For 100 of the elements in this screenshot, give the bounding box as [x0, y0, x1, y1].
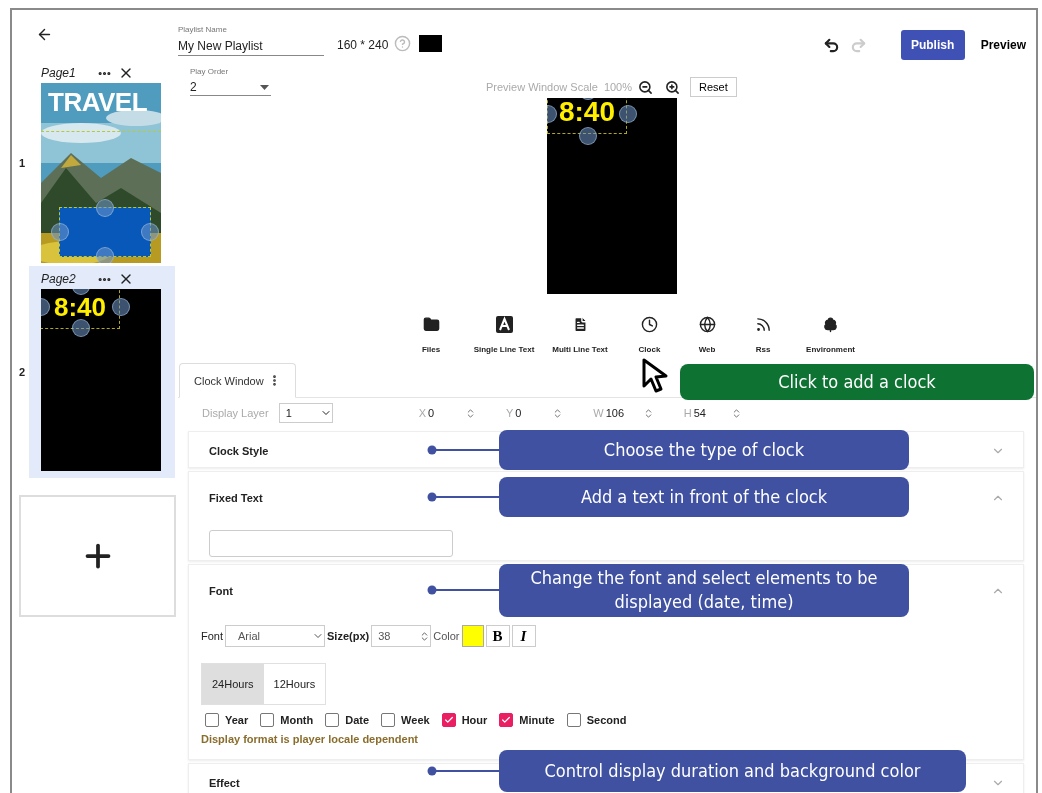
page-number: 2	[18, 366, 27, 378]
section-title: Fixed Text	[209, 492, 263, 504]
checkbox[interactable]	[499, 713, 514, 727]
back-icon[interactable]	[36, 26, 53, 43]
toggle-button[interactable]: 24Hours	[202, 664, 264, 704]
field-label: Y	[506, 407, 514, 419]
zoom-in-icon[interactable]	[665, 79, 680, 95]
callout: Control display duration and background color	[499, 750, 966, 792]
field-value: 2	[190, 80, 197, 94]
preview-button[interactable]: Preview	[974, 38, 1030, 52]
reset-button[interactable]: Reset	[690, 77, 737, 97]
clock-time: 8:40	[558, 98, 615, 126]
number-field[interactable]: 0	[428, 403, 476, 423]
checkbox-label: Month	[280, 714, 314, 726]
dropdown-icon	[260, 85, 269, 90]
leader-line	[427, 445, 499, 455]
clock-time: 8:40	[53, 294, 106, 320]
number-field[interactable]: 106	[605, 403, 654, 423]
zoom-out-icon[interactable]	[638, 79, 653, 95]
scale-value: 100%	[603, 81, 632, 93]
checkbox-label: Hour	[461, 714, 488, 726]
callout: Change the font and select elements to be displayed (date, time)	[499, 564, 909, 617]
resize-handle[interactable]	[141, 223, 159, 241]
field-label: Play Order	[190, 67, 229, 76]
italic-button[interactable]: I	[511, 625, 536, 647]
checkbox-label: Minute	[519, 714, 555, 726]
thumbnail-title: TRAVEL	[48, 87, 148, 118]
pointer-icon	[640, 356, 670, 395]
layer-select[interactable]: 1	[278, 403, 333, 423]
check-icon	[501, 715, 512, 725]
resize-handle[interactable]	[579, 127, 597, 145]
spinner-icon[interactable]	[465, 407, 476, 419]
text-icon	[495, 316, 513, 333]
leader-line	[427, 585, 499, 596]
callout: Add a text in front of the clock	[499, 477, 909, 517]
field-label: Color	[433, 630, 460, 642]
name-field[interactable]: Playlist Name My New Playlist	[178, 25, 324, 56]
field-label: H	[683, 407, 692, 419]
field-label: W	[593, 407, 604, 419]
section-title: Effect	[209, 777, 240, 789]
widget-button[interactable]: Clock	[619, 316, 680, 354]
color-swatch[interactable]	[419, 35, 443, 52]
page-name: Page2	[41, 272, 77, 286]
checkbox[interactable]	[381, 713, 396, 727]
resize-handle[interactable]	[51, 223, 69, 241]
leader-line	[427, 766, 499, 776]
checkbox[interactable]	[260, 713, 275, 727]
leader-line	[427, 492, 499, 502]
undo-icon[interactable]	[822, 36, 840, 54]
page-card[interactable]: Page2 8:40	[29, 266, 175, 478]
widget-button[interactable]: Files	[394, 316, 468, 354]
widget-button[interactable]: Environment	[791, 316, 870, 354]
scale-label: Preview Window Scale	[486, 81, 598, 93]
tab[interactable]: Clock Window	[179, 363, 296, 398]
resize-handle[interactable]	[619, 104, 637, 123]
section-title: Clock Style	[209, 444, 269, 457]
field-label: X	[418, 407, 426, 419]
bold-button[interactable]: B	[485, 625, 510, 647]
play-order-select[interactable]: Play Order 2	[190, 67, 271, 96]
page-name: Page1	[41, 66, 77, 80]
widget-button[interactable]: Multi Line Text	[540, 316, 620, 354]
field-label: Font	[201, 630, 223, 642]
checkbox[interactable]	[441, 713, 456, 727]
publish-button[interactable]: Publish	[900, 30, 965, 60]
checkbox-label: Date	[345, 714, 370, 726]
page-number: 1	[18, 157, 27, 169]
checkbox[interactable]	[566, 713, 581, 727]
callout: Click to add a clock	[680, 364, 1034, 400]
tree-icon	[822, 316, 839, 333]
resize-handle[interactable]	[72, 319, 90, 337]
checkbox[interactable]	[325, 713, 340, 727]
globe-icon	[698, 316, 716, 333]
widget-button[interactable]: Rss	[734, 316, 792, 354]
checkbox-label: Second	[586, 714, 627, 726]
color-swatch[interactable]	[461, 625, 484, 647]
widget-button[interactable]: Web	[679, 316, 735, 354]
checkbox-label: Year	[225, 714, 249, 726]
field-label: Display Layer	[202, 407, 269, 419]
resize-handle[interactable]	[112, 298, 130, 316]
number-field[interactable]: 0	[515, 403, 564, 423]
section-title: Font	[209, 585, 233, 597]
number-field[interactable]: 54	[693, 403, 742, 423]
check-icon	[443, 715, 454, 725]
field-value: My New Playlist	[178, 39, 263, 53]
size-field[interactable]: 38	[371, 625, 432, 647]
resize-handle[interactable]	[96, 247, 114, 263]
rss-icon	[754, 316, 772, 333]
callout: Choose the type of clock	[499, 430, 909, 470]
checkbox[interactable]	[205, 713, 219, 727]
checkbox-label: Week	[401, 714, 430, 726]
clock-icon	[641, 316, 658, 333]
folder-icon	[422, 316, 440, 333]
resolution-text: 160 * 240	[337, 38, 389, 52]
resize-handle[interactable]	[96, 199, 114, 217]
font-select[interactable]: Arial	[225, 625, 325, 647]
field-label: Size(px)	[327, 630, 370, 642]
hint-text: Display format is player locale dependent	[201, 733, 419, 745]
field-label: Playlist Name	[178, 25, 227, 34]
text-field[interactable]	[209, 530, 453, 557]
widget-button[interactable]: Single Line Text	[467, 316, 541, 354]
